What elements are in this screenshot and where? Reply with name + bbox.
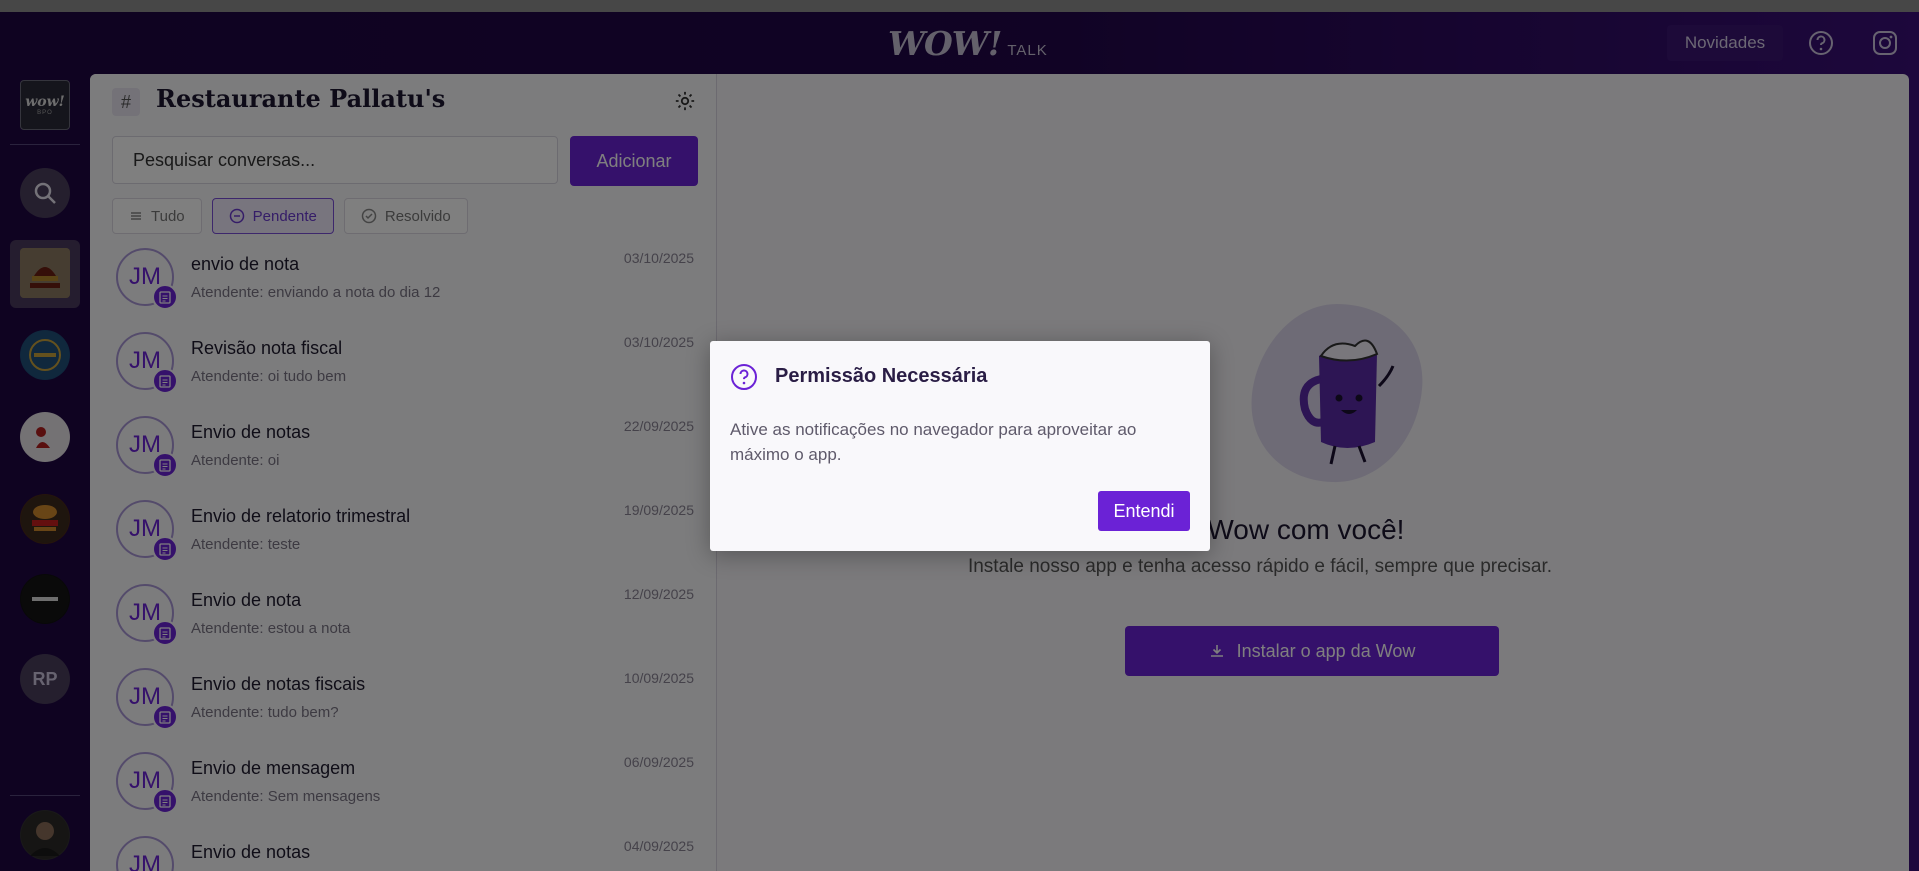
permission-dialog: Permissão Necessária Ative as notificaçõ… [710,341,1210,551]
dialog-message: Ative as notificações no navegador para … [730,420,1137,464]
entendi-button[interactable]: Entendi [1098,491,1190,531]
dialog-title: Permissão Necessária [775,365,988,387]
question-circle-icon [731,364,757,390]
